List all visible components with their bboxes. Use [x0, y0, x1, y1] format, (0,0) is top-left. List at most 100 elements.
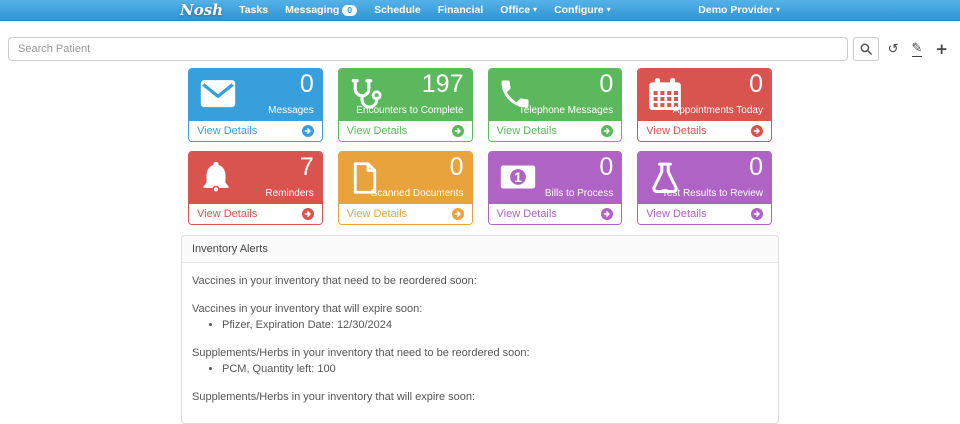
view-details-link[interactable]: View Details [489, 121, 622, 141]
top-navbar: Nosh Tasks Messaging 0 Schedule Financia… [0, 0, 960, 21]
nav-item-label: Office [500, 4, 530, 16]
messaging-badge: 0 [342, 5, 357, 16]
nav-item-schedule[interactable]: Schedule [374, 4, 421, 16]
tile-label: Test Results to Review [662, 188, 763, 199]
dashboard: 0 Messages View Details [180, 68, 780, 424]
tile-label: Appointments Today [673, 105, 763, 116]
tile-body: 197 Encounters to Complete [339, 69, 472, 121]
user-menu[interactable]: Demo Provider ▾ [698, 4, 780, 16]
inventory-section: Vaccines in your inventory that need to … [192, 275, 768, 288]
tile-label: Telephone Messages [519, 105, 614, 116]
tile-count: 7 [300, 153, 314, 181]
tile-count: 197 [422, 70, 464, 98]
inventory-item-list: PCM, Quantity left: 100 [192, 363, 768, 376]
nav-item-office[interactable]: Office ▾ [500, 4, 537, 16]
tile-body: 7 Reminders [189, 152, 322, 204]
inventory-section: Supplements/Herbs in your inventory that… [192, 347, 768, 376]
envelope-icon [197, 76, 239, 112]
nav-links: Tasks Messaging 0 Schedule Financial Off… [239, 4, 780, 16]
arrow-circle-right-icon [452, 125, 464, 137]
view-details-link[interactable]: View Details [489, 204, 622, 224]
search-icon [860, 43, 872, 55]
view-details-link[interactable]: View Details [339, 204, 472, 224]
tile-body: 0 Messages [189, 69, 322, 121]
nav-item-label: Messaging [285, 4, 339, 16]
inventory-item: PCM, Quantity left: 100 [222, 363, 768, 376]
tile-bills: 1 0 Bills to Process View Details [488, 151, 623, 225]
arrow-circle-right-icon [601, 208, 613, 220]
tile-count: 0 [300, 70, 314, 98]
tile-body: 0 Appointments Today [638, 69, 771, 121]
tile-count: 0 [749, 153, 763, 181]
tile-label: Scanned Documents [371, 188, 464, 199]
tile-telephone-messages: 0 Telephone Messages View Details [488, 68, 623, 142]
history-icon: ↺ [888, 42, 899, 57]
svg-text:1: 1 [514, 169, 522, 185]
inventory-section: Vaccines in your inventory that will exp… [192, 303, 768, 332]
inventory-body: Vaccines in your inventory that need to … [182, 263, 778, 423]
tile-encounters: 197 Encounters to Complete View Details [338, 68, 473, 142]
search-button[interactable] [853, 37, 879, 61]
tile-body: 0 Scanned Documents [339, 152, 472, 204]
arrow-circle-right-icon [302, 125, 314, 137]
tile-label: Bills to Process [545, 188, 613, 199]
view-details-link[interactable]: View Details [638, 121, 771, 141]
arrow-circle-right-icon [751, 125, 763, 137]
inventory-section-text: Vaccines in your inventory that will exp… [192, 303, 768, 316]
history-button[interactable]: ↺ [884, 41, 903, 58]
caret-down-icon: ▾ [607, 6, 611, 14]
tile-appointments: 0 Appointments Today View Details [637, 68, 772, 142]
view-details-label: View Details [646, 208, 706, 220]
caret-down-icon: ▾ [533, 6, 537, 14]
patient-search-bar: ↺ ✎ + [8, 37, 952, 61]
tile-count: 0 [599, 153, 613, 181]
tile-label: Messages [268, 105, 314, 116]
nav-item-financial[interactable]: Financial [438, 4, 484, 16]
tile-messages: 0 Messages View Details [188, 68, 323, 142]
nav-item-label: Schedule [374, 4, 421, 16]
inventory-item: Pfizer, Expiration Date: 12/30/2024 [222, 319, 768, 332]
plus-icon: + [935, 40, 948, 58]
inventory-section-text: Supplements/Herbs in your inventory that… [192, 347, 768, 360]
inventory-section-text: Supplements/Herbs in your inventory that… [192, 391, 768, 404]
pen-icon: ✎ [912, 42, 923, 57]
arrow-circle-right-icon [452, 208, 464, 220]
view-details-link[interactable]: View Details [339, 121, 472, 141]
caret-down-icon: ▾ [776, 6, 780, 14]
view-details-label: View Details [646, 125, 706, 137]
tile-scanned-documents: 0 Scanned Documents View Details [338, 151, 473, 225]
tile-count: 0 [599, 70, 613, 98]
money-icon: 1 [497, 159, 539, 195]
nav-item-messaging[interactable]: Messaging 0 [285, 4, 357, 16]
tile-count: 0 [749, 70, 763, 98]
tile-label: Reminders [265, 188, 313, 199]
search-input[interactable] [8, 37, 848, 61]
user-menu-label: Demo Provider [698, 4, 773, 16]
view-details-label: View Details [497, 208, 557, 220]
inventory-section-text: Vaccines in your inventory that need to … [192, 275, 768, 288]
arrow-circle-right-icon [601, 125, 613, 137]
nav-item-configure[interactable]: Configure ▾ [554, 4, 611, 16]
sign-button[interactable]: ✎ [908, 40, 927, 59]
view-details-link[interactable]: View Details [189, 204, 322, 224]
view-details-label: View Details [347, 208, 407, 220]
nav-item-tasks[interactable]: Tasks [239, 4, 268, 16]
inventory-alerts-panel: Inventory Alerts Vaccines in your invent… [181, 235, 779, 424]
nav-item-label: Tasks [239, 4, 268, 16]
tile-label: Encounters to Complete [356, 105, 463, 116]
view-details-link[interactable]: View Details [189, 121, 322, 141]
tile-count: 0 [450, 153, 464, 181]
view-details-label: View Details [497, 125, 557, 137]
tile-body: 0 Telephone Messages [489, 69, 622, 121]
brand-logo[interactable]: Nosh [180, 1, 223, 19]
nav-item-label: Financial [438, 4, 484, 16]
tile-body: 0 Test Results to Review [638, 152, 771, 204]
tile-grid: 0 Messages View Details [188, 68, 772, 225]
view-details-label: View Details [197, 208, 257, 220]
view-details-link[interactable]: View Details [638, 204, 771, 224]
add-patient-button[interactable]: + [931, 40, 952, 59]
tile-test-results: 0 Test Results to Review View Details [637, 151, 772, 225]
inventory-section: Supplements/Herbs in your inventory that… [192, 391, 768, 404]
arrow-circle-right-icon [751, 208, 763, 220]
arrow-circle-right-icon [302, 208, 314, 220]
